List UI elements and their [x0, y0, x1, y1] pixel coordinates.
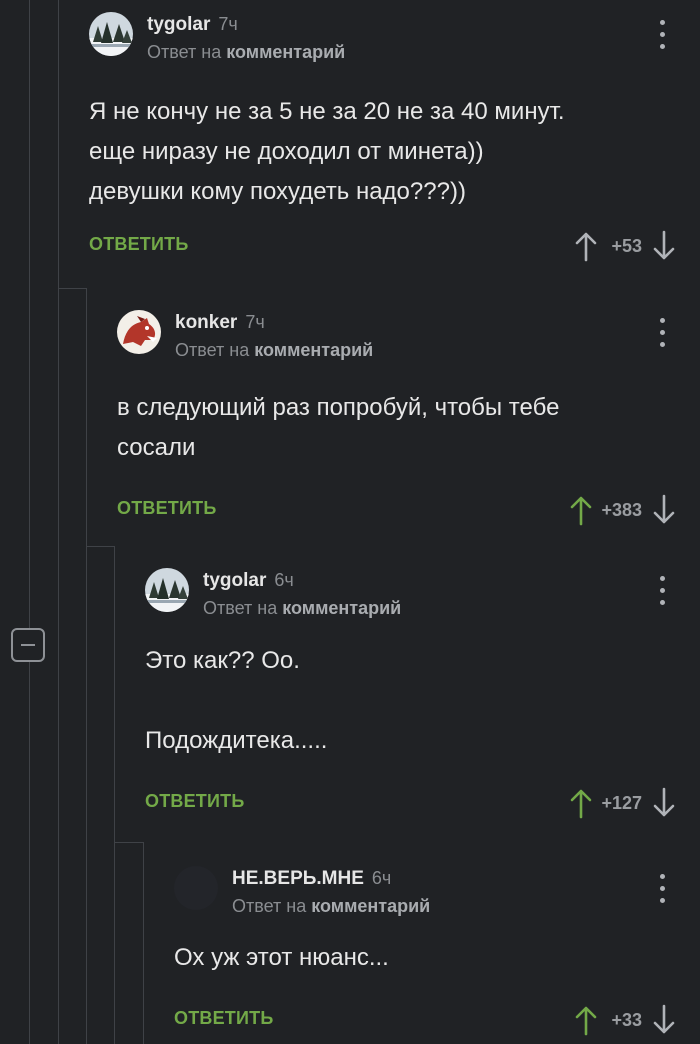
downvote-arrow-icon[interactable]	[652, 787, 676, 819]
upvote-arrow-icon[interactable]	[574, 1004, 598, 1036]
vote-controls: +383	[569, 490, 676, 530]
comment: konker 7ч Ответ на комментарий в следующи…	[117, 310, 700, 530]
more-options-icon[interactable]	[656, 20, 668, 50]
upvote-arrow-icon[interactable]	[569, 494, 593, 526]
downvote-arrow-icon[interactable]	[652, 1004, 676, 1036]
username[interactable]: konker 7ч	[175, 312, 265, 334]
thread-stub-3	[114, 842, 143, 843]
comment-time: 7ч	[245, 312, 265, 332]
comment: tygolar 6ч Ответ на комментарий Это как??…	[145, 568, 700, 823]
comment-footer: ОТВЕТИТЬ +383	[117, 490, 700, 530]
collapse-thread-button[interactable]	[11, 628, 45, 662]
upvote-arrow-icon[interactable]	[574, 230, 598, 262]
more-options-icon[interactable]	[656, 874, 668, 904]
reply-to-link[interactable]: Ответ на комментарий	[175, 340, 373, 361]
thread-line-outer-lower	[29, 662, 30, 1044]
comment-time: 6ч	[371, 868, 392, 888]
reply-to-link[interactable]: Ответ на комментарий	[147, 42, 345, 63]
comment-text: Ох уж этот нюанс...	[174, 944, 389, 971]
comment-text: Я не кончу не за 5 не за 20 не за 40 мин…	[89, 98, 565, 205]
thread-line-level-4	[143, 842, 144, 1044]
downvote-arrow-icon[interactable]	[652, 494, 676, 526]
comment-header: tygolar 7ч Ответ на комментарий	[89, 12, 700, 72]
reply-to-link[interactable]: Ответ на комментарий	[232, 896, 430, 917]
downvote-arrow-icon[interactable]	[652, 230, 676, 262]
thread-stub-1	[58, 288, 86, 289]
comment-time: 6ч	[274, 570, 294, 590]
comment-text: в следующий раз попробуй, чтобы тебе сос…	[117, 394, 560, 461]
thread-line-outer	[29, 0, 30, 628]
red-horse-avatar[interactable]	[117, 310, 161, 354]
comment: НЕ.ВЕРЬ.МНЕ 6ч Ответ на комментарий Ох уж…	[174, 866, 700, 1040]
comment-score: +383	[601, 499, 642, 520]
more-options-icon[interactable]	[656, 576, 668, 606]
upvote-arrow-icon[interactable]	[569, 787, 593, 819]
username[interactable]: tygolar 6ч	[203, 570, 294, 592]
reply-button[interactable]: ОТВЕТИТЬ	[117, 498, 216, 519]
winter-landscape-avatar[interactable]	[89, 12, 133, 56]
more-options-icon[interactable]	[656, 318, 668, 348]
reply-button[interactable]: ОТВЕТИТЬ	[145, 791, 244, 812]
minus-icon	[21, 644, 35, 646]
reply-to-link[interactable]: Ответ на комментарий	[203, 598, 401, 619]
thread-stub-2	[86, 546, 114, 547]
comment: tygolar 7ч Ответ на комментарий Я не конч…	[89, 12, 700, 266]
comment-footer: ОТВЕТИТЬ +127	[145, 783, 700, 823]
comment-text: Это как?? Оо. Подождитека.....	[145, 647, 328, 754]
comment-header: НЕ.ВЕРЬ.МНЕ 6ч Ответ на комментарий	[174, 866, 700, 926]
thread-line-level-2	[86, 288, 87, 1044]
comment-time: 7ч	[218, 14, 238, 34]
comment-footer: ОТВЕТИТЬ +53	[89, 226, 700, 266]
winter-landscape-avatar[interactable]	[145, 568, 189, 612]
vote-controls: +127	[569, 783, 676, 823]
comment-header: tygolar 6ч Ответ на комментарий	[145, 568, 700, 628]
comment-footer: ОТВЕТИТЬ +33	[174, 1000, 700, 1040]
reply-button[interactable]: ОТВЕТИТЬ	[174, 1008, 273, 1029]
comment-header: konker 7ч Ответ на комментарий	[117, 310, 700, 370]
comment-score: +33	[611, 1009, 642, 1030]
username[interactable]: НЕ.ВЕРЬ.МНЕ 6ч	[232, 868, 391, 890]
reply-button[interactable]: ОТВЕТИТЬ	[89, 234, 188, 255]
username[interactable]: tygolar 7ч	[147, 14, 238, 36]
vote-controls: +53	[574, 226, 676, 266]
comment-score: +53	[611, 235, 642, 256]
thread-line-level-1	[58, 0, 59, 1044]
dark-avatar[interactable]	[174, 866, 218, 910]
comment-score: +127	[601, 792, 642, 813]
thread-line-level-3	[114, 546, 115, 1044]
vote-controls: +33	[574, 1000, 676, 1040]
